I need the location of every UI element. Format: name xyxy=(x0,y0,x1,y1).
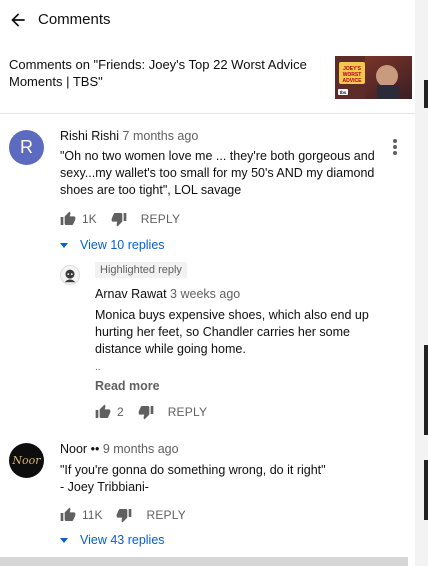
comment-actions: 11K REPLY xyxy=(60,506,186,524)
comment-time[interactable]: 9 months ago xyxy=(103,442,179,456)
thumbs-up-icon[interactable] xyxy=(60,211,76,227)
view-replies-label: View 10 replies xyxy=(80,238,165,252)
thumbs-up-icon[interactable] xyxy=(60,507,76,523)
video-thumbnail[interactable]: JOEY'S WORST ADVICE tbs xyxy=(335,56,412,99)
reply-button[interactable]: REPLY xyxy=(168,405,207,419)
avatar[interactable]: Noor xyxy=(9,443,44,478)
like-count: 1K xyxy=(82,212,97,226)
thumbs-down-icon[interactable] xyxy=(111,211,127,227)
read-more-link[interactable]: Read more xyxy=(95,379,160,393)
comment-author[interactable]: Noor •• xyxy=(60,442,99,456)
truncation-ellipsis: .. xyxy=(95,362,101,373)
view-replies-label: View 43 replies xyxy=(80,533,165,547)
avatar-letter: R xyxy=(20,137,33,157)
thumbs-down-icon[interactable] xyxy=(138,404,154,420)
reply-time[interactable]: 3 weeks ago xyxy=(170,287,240,301)
reply-text: Monica buys expensive shoes, which also … xyxy=(95,308,369,356)
comment-author-line: Rishi Rishi 7 months ago xyxy=(60,129,198,143)
comment-author-line: Noor •• 9 months ago xyxy=(60,442,179,456)
avatar[interactable]: R xyxy=(9,130,44,165)
page-title: Comments xyxy=(38,11,111,28)
svg-text:ADVICE: ADVICE xyxy=(343,78,363,84)
tbs-logo: tbs xyxy=(340,90,347,95)
reply-button[interactable]: REPLY xyxy=(146,508,185,522)
reply-actions: 2 REPLY xyxy=(95,403,207,421)
page-edge-strip xyxy=(415,0,428,566)
divider xyxy=(0,113,415,114)
reply-button[interactable]: REPLY xyxy=(141,212,180,226)
horizontal-scrollbar[interactable] xyxy=(0,557,408,566)
thumbs-down-icon[interactable] xyxy=(116,507,132,523)
comment-text-line: "If you're gonna do something wrong, do … xyxy=(60,463,326,477)
comments-header: Comments xyxy=(0,0,415,40)
thumbs-up-icon[interactable] xyxy=(95,404,111,420)
back-arrow-icon[interactable] xyxy=(8,10,28,30)
comment-author[interactable]: Rishi Rishi xyxy=(60,129,119,143)
highlighted-reply-badge: Highlighted reply xyxy=(95,262,187,278)
view-replies-button[interactable]: View 43 replies xyxy=(60,533,165,547)
caret-down-icon xyxy=(60,242,68,248)
avatar[interactable] xyxy=(60,265,80,285)
video-context-title: Comments on "Friends: Joey's Top 22 Wors… xyxy=(9,57,307,89)
view-replies-button[interactable]: View 10 replies xyxy=(60,238,165,252)
like-count: 11K xyxy=(82,508,103,522)
comment-text-line: - Joey Tribbiani- xyxy=(60,480,149,494)
comment-text: "Oh no two women love me ... they're bot… xyxy=(60,149,375,197)
comment-time[interactable]: 7 months ago xyxy=(123,129,199,143)
more-options-icon[interactable] xyxy=(392,139,398,157)
reply-author[interactable]: Arnav Rawat xyxy=(95,287,167,301)
like-count: 2 xyxy=(117,405,124,419)
avatar-text: Noor xyxy=(12,454,41,467)
caret-down-icon xyxy=(60,537,68,543)
comment-actions: 1K REPLY xyxy=(60,210,180,228)
reply-author-line: Arnav Rawat 3 weeks ago xyxy=(95,287,240,301)
comments-panel: Comments Comments on "Friends: Joey's To… xyxy=(0,0,415,566)
